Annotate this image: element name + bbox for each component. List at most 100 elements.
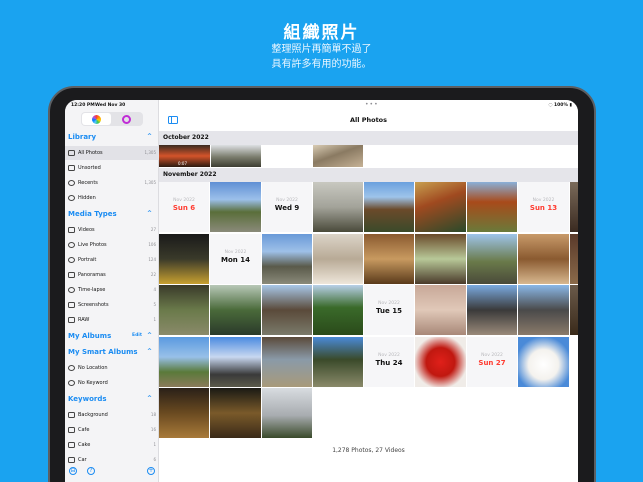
date-cell: Nov 2022 Mon 14 — [210, 234, 261, 284]
group-header-october: October 2022 — [159, 131, 578, 145]
section-my-smart-albums[interactable]: My Smart Albums ^ — [68, 346, 156, 358]
photo-thumbnail[interactable] — [467, 234, 517, 284]
photo-thumbnail[interactable] — [313, 182, 363, 232]
date-cell: Nov 2022 Sun 6 — [159, 182, 209, 232]
sidebar-item-keyword-cafe[interactable]: Cafe 16 — [65, 423, 159, 437]
sidebar-item-live-photos[interactable]: Live Photos 106 — [65, 238, 159, 252]
section-my-smart-albums-title: My Smart Albums — [68, 348, 138, 356]
panorama-icon — [68, 272, 75, 278]
source-switcher — [81, 112, 143, 126]
photo-thumbnail[interactable] — [415, 285, 466, 335]
sidebar-item-keyword-background[interactable]: Background 18 — [65, 408, 159, 422]
photo-thumbnail[interactable] — [570, 234, 578, 284]
chevron-up-icon[interactable]: ^ — [147, 131, 152, 143]
photo-thumbnail[interactable] — [364, 182, 414, 232]
sidebar-item-portrait[interactable]: Portrait 124 — [65, 253, 159, 267]
sidebar: 12:20 PM Wed Nov 30 Library ^ All Photos… — [65, 100, 159, 482]
sidebar-item-count: 16 — [150, 427, 156, 432]
photo-thumbnail[interactable] — [313, 234, 363, 284]
multitasking-dots-icon[interactable]: ••• — [365, 101, 379, 108]
sidebar-item-keyword-cake[interactable]: Cake 1 — [65, 438, 159, 452]
photo-thumbnail[interactable] — [262, 388, 312, 438]
tag-icon — [68, 442, 75, 448]
photo-thumbnail[interactable] — [518, 285, 569, 335]
photo-thumbnail[interactable] — [518, 234, 569, 284]
photo-thumbnail[interactable] — [364, 234, 414, 284]
sidebar-item-label: Recents — [78, 180, 98, 186]
photo-thumbnail[interactable] — [467, 285, 517, 335]
settings-icon[interactable]: ⊟ — [69, 467, 77, 475]
section-media-types-title: Media Types — [68, 210, 117, 218]
chevron-up-icon[interactable]: ^ — [147, 393, 152, 405]
photo-thumbnail[interactable] — [570, 285, 578, 335]
section-keywords[interactable]: Keywords ^ — [68, 393, 156, 405]
section-library[interactable]: Library ^ — [68, 131, 156, 143]
photo-thumbnail[interactable] — [210, 182, 261, 232]
status-date: Wed Nov 30 — [95, 103, 126, 108]
add-icon[interactable]: + — [147, 467, 155, 475]
photo-thumbnail[interactable] — [210, 285, 261, 335]
sidebar-item-count: 1,305 — [144, 180, 156, 185]
sidebar-item-no-location[interactable]: No Location — [65, 361, 159, 375]
albums-edit-button[interactable]: Edit — [132, 330, 142, 342]
date-month: Nov 2022 — [378, 301, 400, 306]
sidebar-item-raw[interactable]: RAW 1 — [65, 313, 159, 327]
photos-icon — [68, 150, 75, 156]
photo-thumbnail[interactable] — [159, 234, 209, 284]
photo-thumbnail[interactable] — [210, 388, 261, 438]
sidebar-item-videos[interactable]: Videos 27 — [65, 223, 159, 237]
sidebar-item-count: 4 — [153, 287, 156, 292]
timelapse-icon — [68, 287, 75, 293]
date-day: Sun 13 — [529, 204, 558, 212]
sidebar-item-keyword-car[interactable]: Car 6 — [65, 453, 159, 467]
photo-thumbnail[interactable] — [415, 234, 466, 284]
sidebar-item-panoramas[interactable]: Panoramas 22 — [65, 268, 159, 282]
date-cell: Nov 2022 Sun 27 — [467, 337, 517, 387]
photo-thumbnail[interactable]: 0:07 — [159, 145, 210, 167]
photos-library-tab[interactable] — [82, 113, 111, 125]
photo-thumbnail[interactable] — [313, 145, 363, 167]
section-media-types[interactable]: Media Types ^ — [68, 208, 156, 220]
section-my-albums-title: My Albums — [68, 332, 112, 340]
photo-thumbnail[interactable] — [159, 337, 209, 387]
photos-app-icon — [92, 115, 101, 124]
date-month: Nov 2022 — [378, 353, 400, 358]
help-icon[interactable]: ? — [87, 467, 95, 475]
date-day: Tue 15 — [376, 307, 402, 315]
photo-thumbnail[interactable] — [313, 285, 363, 335]
photo-thumbnail[interactable] — [211, 145, 261, 167]
chevron-up-icon[interactable]: ^ — [147, 208, 152, 220]
photo-thumbnail[interactable] — [262, 337, 312, 387]
sidebar-item-label: Unsorted — [78, 165, 101, 171]
photo-thumbnail[interactable] — [467, 182, 517, 232]
sidebar-item-no-keyword[interactable]: No Keyword — [65, 376, 159, 390]
sidebar-item-screenshots[interactable]: Screenshots 5 — [65, 298, 159, 312]
sidebar-item-unsorted[interactable]: Unsorted — [65, 161, 159, 175]
photo-thumbnail[interactable] — [570, 182, 578, 232]
sidebar-item-label: Cafe — [78, 427, 90, 433]
photo-thumbnail[interactable] — [159, 285, 209, 335]
photo-thumbnail[interactable] — [518, 337, 569, 387]
chevron-up-icon[interactable]: ^ — [147, 346, 152, 358]
photo-thumbnail[interactable] — [159, 388, 209, 438]
sidebar-item-hidden[interactable]: Hidden — [65, 191, 159, 205]
sidebar-item-time-lapse[interactable]: Time-lapse 4 — [65, 283, 159, 297]
photo-thumbnail[interactable] — [415, 337, 466, 387]
tag-icon — [68, 457, 75, 463]
sidebar-item-all-photos[interactable]: All Photos 1,305 — [65, 146, 159, 160]
photo-thumbnail[interactable] — [415, 182, 466, 232]
date-day: Wed 9 — [274, 204, 300, 212]
date-month: Nov 2022 — [173, 198, 195, 203]
photo-thumbnail[interactable] — [210, 337, 261, 387]
albums-library-tab[interactable] — [112, 113, 141, 125]
photo-thumbnail[interactable] — [262, 285, 312, 335]
chevron-up-icon[interactable]: ^ — [147, 330, 152, 342]
sidebar-item-label: All Photos — [78, 150, 103, 156]
section-my-albums[interactable]: My Albums Edit ^ — [68, 330, 156, 342]
live-photo-icon — [68, 242, 75, 248]
sidebar-item-recents[interactable]: Recents 1,305 — [65, 176, 159, 190]
battery-icon: ▮ — [567, 103, 572, 108]
photo-thumbnail[interactable] — [313, 337, 363, 387]
date-cell: Nov 2022 Wed 9 — [262, 182, 312, 232]
photo-thumbnail[interactable] — [262, 234, 312, 284]
